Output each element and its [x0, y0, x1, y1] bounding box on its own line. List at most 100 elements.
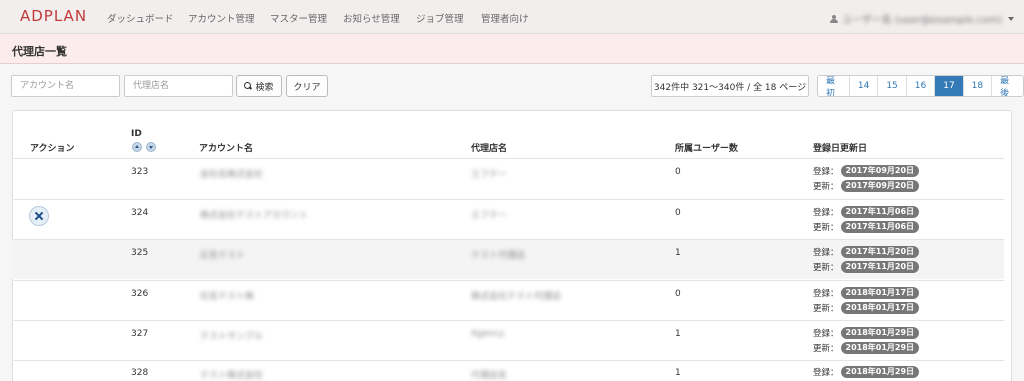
cell-account-name[interactable]: 社名テスト株	[200, 289, 254, 302]
header-action: アクション	[30, 144, 75, 154]
updated-date: 更新： 2018年01月29日	[813, 342, 920, 354]
page-16[interactable]: 16	[905, 76, 934, 96]
cell-user-count: 0	[675, 167, 681, 177]
search-button[interactable]: 検索	[236, 75, 282, 97]
agency-name-input[interactable]: 代理店名	[124, 75, 233, 97]
cell-id: 327	[131, 329, 149, 339]
cell-user-count: 0	[675, 208, 681, 218]
registered-date: 登録： 2018年01月29日	[813, 366, 920, 378]
navbar: ADPLAN ダッシュボード アカウント管理 マスター管理 お知らせ管理 ジョブ…	[0, 0, 1024, 34]
registered-date: 登録： 2017年11月20日	[813, 246, 920, 258]
updated-badge: 2017年11月20日	[840, 261, 920, 273]
user-name: ユーザー名 (user@example.com)	[841, 15, 1002, 26]
registered-badge: 2018年01月29日	[840, 327, 920, 339]
table-row: 324 株式会社テストアカウント エフテー 0 登録： 2017年11月06日 更…	[12, 199, 1004, 239]
updated-badge: 2017年09月20日	[840, 180, 920, 192]
table-row: 328 テスト株式会社 代理店名 1 登録： 2018年01月29日	[12, 360, 1004, 381]
updated-badge: 2017年11月06日	[840, 221, 920, 233]
header-agency-name: 代理店名	[471, 144, 508, 154]
pagination: 最初 14 15 16 17 18 最後	[817, 75, 1024, 97]
header-user-count: 所属ユーザー数	[675, 144, 738, 154]
registered-badge: 2017年09月20日	[840, 165, 920, 177]
updated-label: 更新：	[813, 182, 839, 192]
cell-user-count: 1	[675, 368, 681, 378]
page-header: 代理店一覧	[0, 34, 1024, 64]
updated-label: 更新：	[813, 223, 839, 233]
updated-badge: 2018年01月17日	[840, 302, 920, 314]
page-18[interactable]: 18	[962, 76, 991, 96]
search-button-label: 検索	[255, 82, 274, 93]
cell-agency-name: 代理店名	[471, 371, 508, 381]
updated-date: 更新： 2018年01月17日	[813, 302, 920, 314]
table-row: 327 テストサンプル Agency 1 登録： 2018年01月29日 更新： 2…	[12, 320, 1004, 360]
cell-agency-name: 株式会社テスト代理店	[471, 292, 562, 302]
nav-item-master[interactable]: マスター管理	[270, 11, 327, 25]
registered-label: 登録：	[813, 248, 839, 258]
registered-date: 登録： 2017年11月06日	[813, 206, 920, 218]
cell-account-name[interactable]: 会社名株式会社	[200, 167, 263, 180]
updated-date: 更新： 2017年09月20日	[813, 180, 920, 192]
cell-account-name[interactable]: 株式会社テストアカウント	[200, 208, 308, 221]
registered-date: 登録： 2018年01月29日	[813, 327, 920, 339]
cell-user-count: 0	[675, 289, 681, 299]
search-icon	[244, 82, 252, 90]
sort-desc-icon[interactable]	[146, 142, 156, 152]
cell-user-count: 1	[675, 329, 681, 339]
updated-date: 更新： 2017年11月06日	[813, 221, 920, 233]
delete-button[interactable]	[29, 206, 49, 226]
cell-account-name[interactable]: 広告テスト	[200, 248, 245, 261]
cell-account-name[interactable]: テストサンプル	[200, 329, 263, 342]
registered-label: 登録：	[813, 329, 839, 339]
sort-asc-icon[interactable]	[132, 142, 142, 152]
updated-date: 更新： 2017年11月20日	[813, 261, 920, 273]
account-name-input[interactable]: アカウント名	[11, 75, 120, 97]
user-menu[interactable]: ユーザー名 (user@example.com)	[829, 11, 1014, 26]
header-dates: 登録日更新日	[813, 144, 868, 154]
cell-agency-name: エフテー	[471, 170, 508, 180]
registered-badge: 2017年11月06日	[840, 206, 920, 218]
page-17-active[interactable]: 17	[934, 76, 963, 96]
cell-id: 323	[131, 167, 149, 177]
clear-button[interactable]: クリア	[286, 75, 328, 97]
table-row: 323 会社名株式会社 エフテー 0 登録： 2017年09月20日 更新： 201…	[12, 158, 1004, 198]
registered-label: 登録：	[813, 167, 839, 177]
cell-user-count: 1	[675, 248, 681, 258]
cell-agency-name: Agency	[471, 329, 505, 339]
registered-badge: 2017年11月20日	[840, 246, 920, 258]
page-first[interactable]: 最初	[818, 76, 849, 96]
nav-item-admin[interactable]: 管理者向け	[481, 11, 529, 25]
cell-id: 328	[131, 368, 149, 378]
cell-id: 326	[131, 289, 149, 299]
cell-agency-name: エフテー	[471, 211, 508, 221]
table-row: 326 社名テスト株 株式会社テスト代理店 0 登録： 2018年01月17日 更…	[12, 280, 1004, 320]
brand-logo[interactable]: ADPLAN	[20, 7, 87, 25]
result-count: 342件中 321～340件 / 全 18 ページ	[651, 75, 809, 97]
updated-label: 更新：	[813, 304, 839, 314]
updated-label: 更新：	[813, 344, 839, 354]
header-id: ID	[131, 129, 142, 139]
page-title: 代理店一覧	[12, 45, 67, 58]
registered-badge: 2018年01月17日	[840, 287, 920, 299]
registered-label: 登録：	[813, 289, 839, 299]
page-15[interactable]: 15	[877, 76, 905, 96]
registered-badge: 2018年01月29日	[840, 366, 920, 378]
registered-date: 登録： 2017年09月20日	[813, 165, 920, 177]
page-14[interactable]: 14	[848, 76, 877, 96]
registered-date: 登録： 2018年01月17日	[813, 287, 920, 299]
nav-item-jobs[interactable]: ジョブ管理	[416, 11, 464, 25]
nav-item-accounts[interactable]: アカウント管理	[188, 11, 255, 25]
nav-item-dashboard[interactable]: ダッシュボード	[107, 11, 174, 25]
updated-label: 更新：	[813, 263, 839, 273]
cell-account-name[interactable]: テスト株式会社	[200, 368, 263, 381]
close-icon	[35, 212, 43, 220]
registered-label: 登録：	[813, 368, 839, 378]
cell-id: 324	[131, 208, 149, 218]
user-icon	[829, 14, 838, 23]
updated-badge: 2018年01月29日	[840, 342, 920, 354]
nav-item-notices[interactable]: お知らせ管理	[343, 11, 400, 25]
cell-agency-name: テスト代理店	[471, 251, 526, 261]
header-account-name: アカウント名	[199, 144, 254, 154]
page-last[interactable]: 最後	[991, 76, 1023, 96]
table-row: 325 広告テスト テスト代理店 1 登録： 2017年11月20日 更新： 201…	[12, 239, 1004, 279]
cell-id: 325	[131, 248, 149, 258]
